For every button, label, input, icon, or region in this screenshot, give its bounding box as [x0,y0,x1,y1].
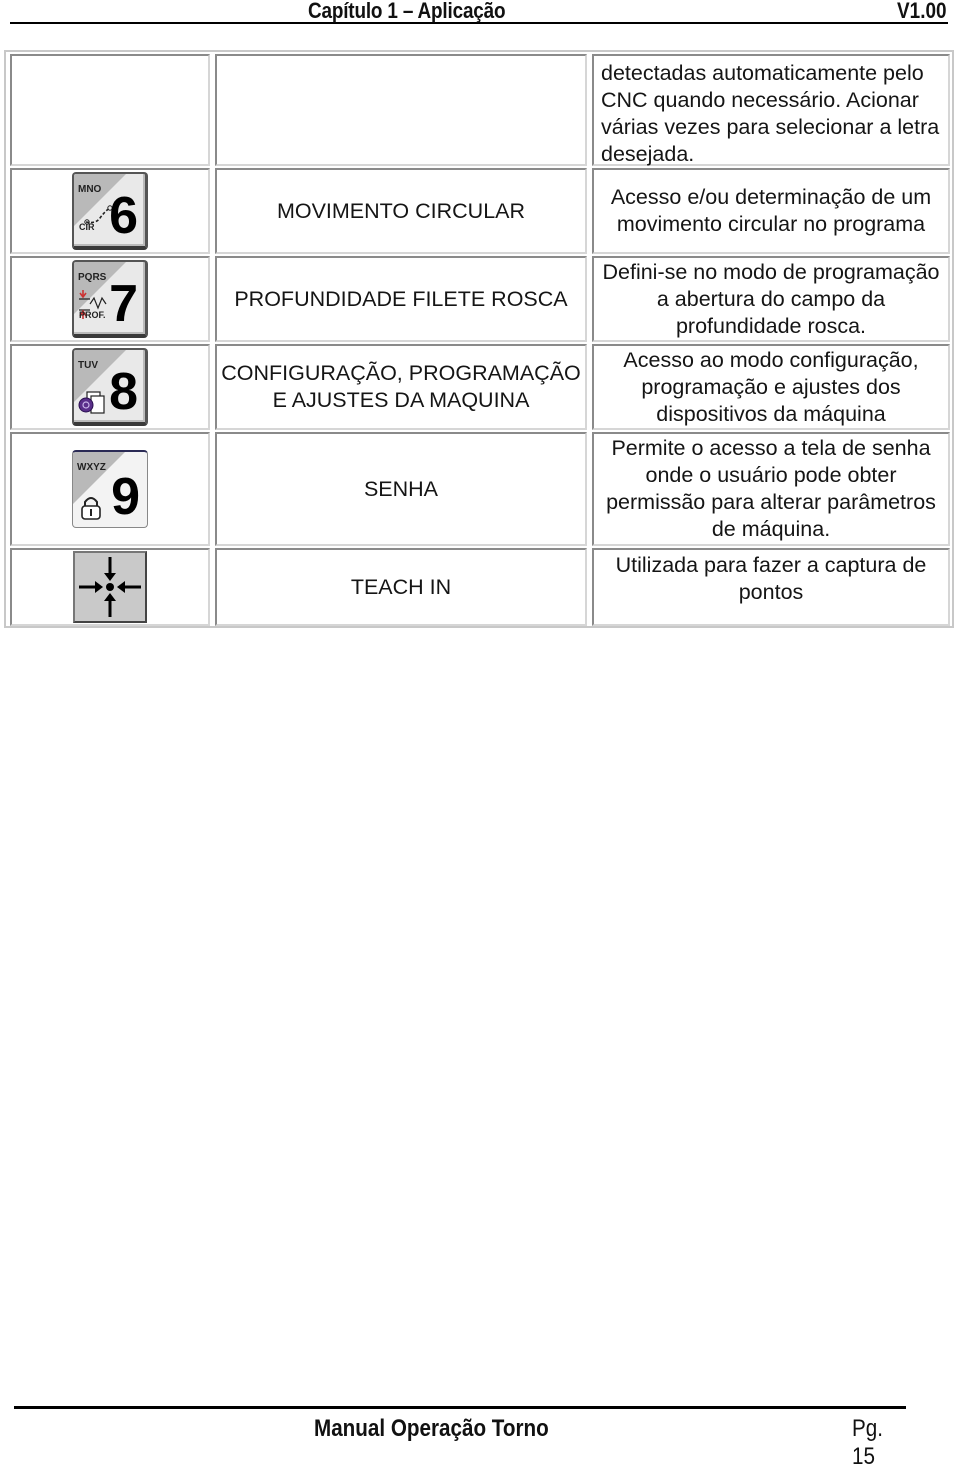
icon-cell [10,548,210,626]
key-9-password-lock-icon: WXYZ 9 [72,450,148,528]
key-letters: TUV [78,360,98,371]
key-sub-label: PROF. [79,310,106,320]
teach-in-arrows-icon [73,551,147,623]
name-cell: SENHA [215,432,587,546]
key-digit: 8 [109,363,138,421]
icon-cell [10,54,210,166]
key-7-thread-depth-icon: PQRS PROF. 7 [72,260,148,338]
key-8-config-icon: TUV 8 [72,348,148,426]
key-6-circular-icon: MNO CIR 6 [72,172,148,250]
description-cell: Acesso e/ou determinação de um movimento… [592,168,950,254]
description-cell: Permite o acesso a tela de senha onde o … [592,432,950,546]
description-cell: Defini-se no modo de programação a abert… [592,256,950,342]
key-letters: PQRS [78,272,107,283]
icon-cell: TUV 8 [10,344,210,430]
key-digit: 7 [109,275,138,333]
key-digit: 6 [109,187,138,245]
converging-arrows-icon [79,557,141,617]
name-cell [215,54,587,166]
page-header: Capítulo 1 – Aplicação V1.00 [10,0,948,24]
name-cell: TEACH IN [215,548,587,626]
page-footer: Manual Operação Torno Pg. 15 [14,1406,906,1470]
description-cell: Utilizada para fazer a captura de pontos [592,548,950,626]
manual-title: Manual Operação Torno [314,1415,549,1442]
page-number: Pg. 15 [852,1415,883,1470]
version-label: V1.00 [896,0,946,23]
key-digit: 9 [111,468,140,526]
description-cell: Acesso ao modo configuração, programação… [592,344,950,430]
name-cell: MOVIMENTO CIRCULAR [215,168,587,254]
key-sub-label: CIR [79,222,95,232]
description-cell: detectadas automaticamente pelo CNC quan… [592,54,950,166]
name-cell: PROFUNDIDADE FILETE ROSCA [215,256,587,342]
name-cell: CONFIGURAÇÃO, PROGRAMAÇÃO E AJUSTES DA M… [215,344,587,430]
key-letters: WXYZ [77,462,106,473]
icon-cell: WXYZ 9 [10,432,210,546]
keys-table: detectadas automaticamente pelo CNC quan… [4,50,954,628]
lock-icon [81,497,101,520]
key-letters: MNO [78,184,102,195]
config-document-icon [78,391,105,414]
icon-cell: MNO CIR 6 [10,168,210,254]
icon-cell: PQRS PROF. 7 [10,256,210,342]
chapter-title: Capítulo 1 – Aplicação [308,0,506,23]
